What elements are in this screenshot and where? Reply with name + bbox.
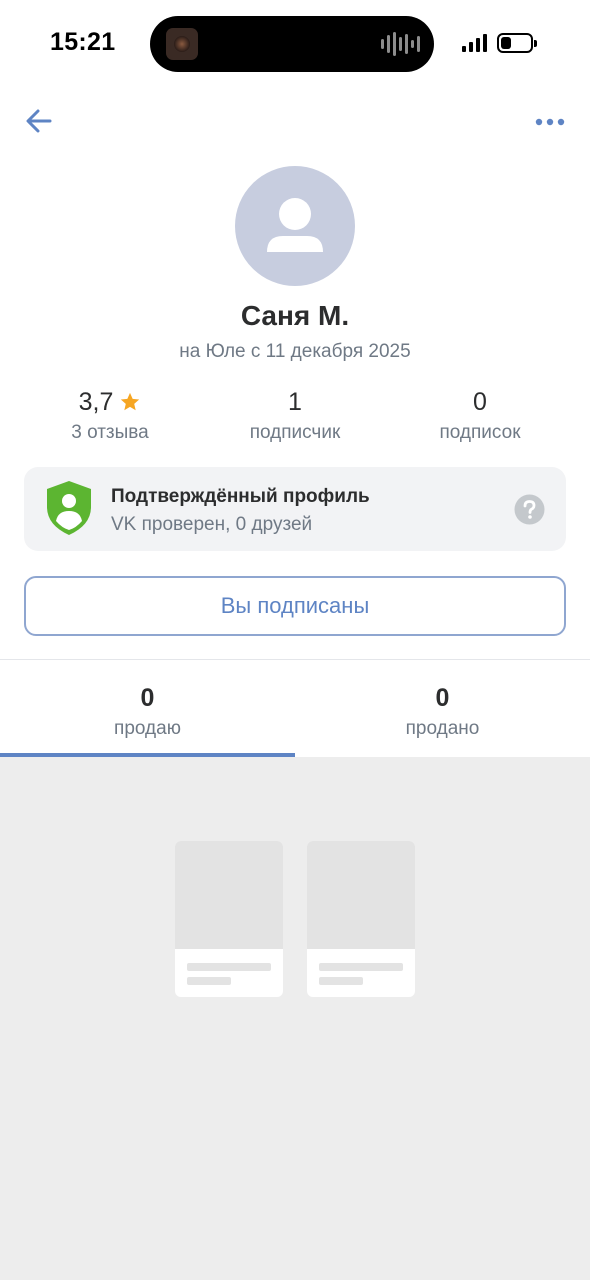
avatar[interactable] (235, 166, 355, 286)
subscribed-button[interactable]: Вы подписаны (24, 576, 566, 636)
verified-title: Подтверждённый профиль (111, 486, 370, 507)
verified-subtitle: VK проверен, 0 друзей (111, 514, 313, 535)
rating-stat[interactable]: 3,7 3 отзыва (10, 386, 210, 444)
placeholder-image (307, 841, 415, 949)
more-options-button[interactable] (534, 110, 568, 134)
tab-selling-label: продаю (114, 718, 181, 739)
following-label: подписок (439, 422, 521, 443)
followers-count: 1 (288, 388, 302, 416)
placeholder-line (319, 963, 403, 971)
tab-selling-count: 0 (140, 684, 155, 712)
verified-shield-icon (47, 481, 91, 535)
star-icon (121, 392, 140, 411)
status-bar: 15:21 (0, 0, 590, 90)
placeholder-line (187, 977, 231, 985)
listing-placeholder-card (175, 841, 283, 997)
profile-name: Саня М. (240, 300, 350, 331)
tab-selling[interactable]: 0 продаю (0, 682, 295, 740)
cellular-signal-icon (462, 34, 487, 52)
tab-sold[interactable]: 0 продано (295, 682, 590, 740)
tab-sold-label: продано (405, 718, 480, 739)
followers-stat[interactable]: 1 подписчик (195, 386, 395, 444)
placeholder-image (175, 841, 283, 949)
listing-placeholder-card (307, 841, 415, 997)
dynamic-island[interactable] (150, 16, 434, 72)
placeholder-line (319, 977, 363, 985)
section-divider (0, 659, 590, 660)
battery-icon (497, 33, 537, 53)
now-playing-artwork (166, 28, 198, 60)
reviews-count: 3 отзыва (71, 422, 149, 443)
user-placeholder-icon (267, 198, 323, 252)
question-circle-icon[interactable] (514, 494, 545, 525)
status-time: 15:21 (50, 28, 116, 56)
followers-label: подписчик (249, 422, 341, 443)
verified-profile-card[interactable]: Подтверждённый профиль VK проверен, 0 др… (24, 467, 566, 551)
following-stat[interactable]: 0 подписок (380, 386, 580, 444)
following-count: 0 (473, 388, 487, 416)
rating-value: 3,7 (78, 388, 114, 416)
listings-area (0, 757, 590, 1280)
battery-level (501, 37, 511, 49)
audio-waveform-icon (381, 32, 420, 56)
more-horizontal-icon (535, 118, 565, 126)
back-button[interactable] (22, 104, 56, 138)
arrow-left-icon (26, 109, 52, 133)
rating-value-row: 3,7 (10, 386, 210, 418)
tab-sold-count: 0 (435, 684, 450, 712)
member-since: на Юле с 11 декабря 2025 (179, 341, 411, 362)
placeholder-line (187, 963, 271, 971)
